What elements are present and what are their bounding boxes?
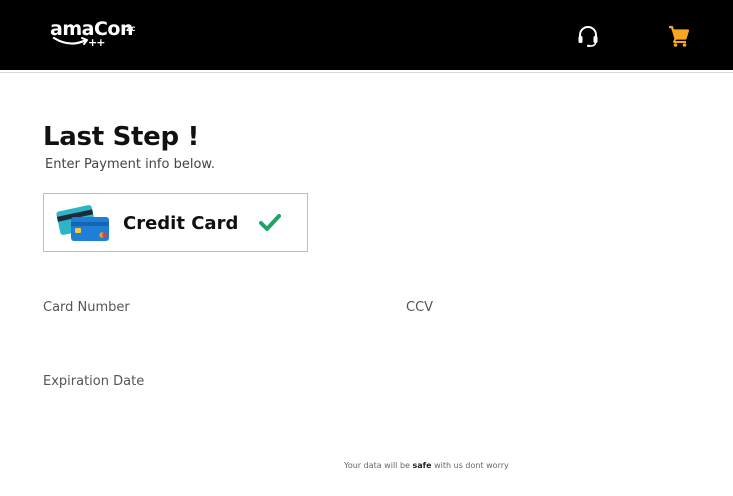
footnote-prefix: Your data will be [344,461,413,470]
footnote-emphasis: safe [412,461,432,470]
footnote-suffix: with us dont worry [431,461,509,470]
brand-logo[interactable]: amaCon .zc ++ [50,18,140,52]
payment-method-label: Credit Card [123,213,239,234]
cart-icon[interactable] [667,24,691,48]
expiration-date-input[interactable] [43,394,373,422]
page-subtitle: Enter Payment info below. [45,157,215,172]
checkmark-icon [259,214,281,231]
expiration-date-label: Expiration Date [43,374,145,389]
logo-smile-arrow-icon [52,36,88,45]
ccv-label: CCV [406,300,434,315]
card-number-label: Card Number [43,300,130,315]
ccv-input[interactable] [406,320,686,348]
headset-icon[interactable] [576,24,600,48]
header-divider [0,72,733,73]
card-number-input[interactable] [43,320,373,348]
top-navbar: amaCon .zc ++ [0,0,733,70]
credit-cards-icon [56,205,109,241]
logo-plus: ++ [88,36,105,49]
payment-method-credit-card[interactable]: Credit Card [43,193,308,252]
logo-tld: .zc [123,24,136,33]
security-footnote: Your data will be safe with us dont worr… [344,461,509,471]
page-title: Last Step ! [43,122,200,152]
